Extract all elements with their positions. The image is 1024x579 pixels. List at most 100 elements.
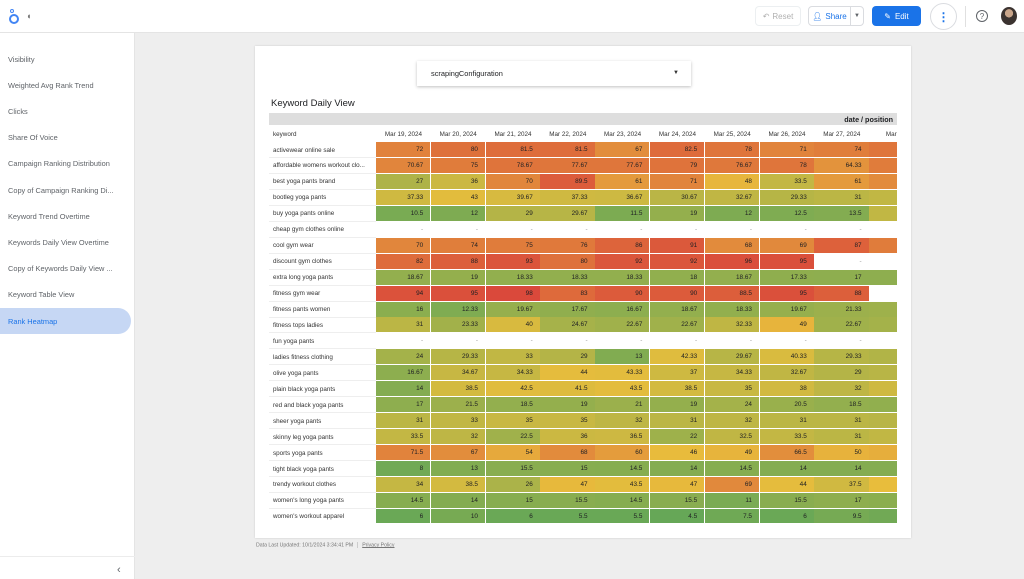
heatmap-cell <box>869 365 897 381</box>
sidebar-item-copy-of-keywords-daily-view[interactable]: Copy of Keywords Daily View ... <box>0 256 131 282</box>
privacy-policy-link[interactable]: Privacy Policy <box>362 542 394 548</box>
heatmap-cell: 18.67 <box>704 269 759 285</box>
divider <box>965 6 966 27</box>
keyword-cell: discount gym clothes <box>273 258 332 266</box>
heatmap-cell <box>869 381 897 397</box>
table-row: fun yoga pants - - - - - - - - - <box>269 333 897 350</box>
heatmap-cell: 71 <box>650 173 705 189</box>
date-column-header[interactable]: Mar 19, 2024 <box>376 126 431 142</box>
heatmap-cell <box>869 333 897 349</box>
heatmap-cell: 74 <box>430 237 485 253</box>
heatmap-cell: 31 <box>759 413 814 429</box>
heatmap-cell: 10.5 <box>376 205 431 221</box>
heatmap-cell: 67 <box>430 445 485 461</box>
heatmap-cell: 15.5 <box>650 492 705 508</box>
heatmap-cell: 19 <box>430 269 485 285</box>
sidebar-item-keyword-trend-overtime[interactable]: Keyword Trend Overtime <box>0 203 131 229</box>
heatmap-cell: 37.5 <box>814 476 869 492</box>
table-row: plain black yoga pants 14 38.5 42.5 41.5 43.5… <box>269 381 897 398</box>
heatmap-cell: 33 <box>485 349 540 365</box>
heatmap-cell: 34.33 <box>704 365 759 381</box>
heatmap-cell: 24 <box>704 397 759 413</box>
more-options-button[interactable]: ⋮ <box>930 3 957 30</box>
heatmap-cell: 67 <box>595 142 650 157</box>
heatmap-cell: 32 <box>430 429 485 445</box>
sidebar-item-rank-heatmap[interactable]: Rank Heatmap <box>0 308 131 334</box>
sidebar-item-label: Keyword Table View <box>8 290 75 300</box>
date-column-header[interactable]: Mar 26, 2024 <box>760 126 815 142</box>
heatmap-cell: 71 <box>759 142 814 157</box>
date-column-header[interactable]: Mar 25, 2024 <box>705 126 760 142</box>
heatmap-cell: 17 <box>376 397 431 413</box>
menu-caret-icon[interactable]: ◖ <box>26 11 31 21</box>
table-row: ladies fitness clothing 24 29.33 33 29 13 42.3… <box>269 349 897 366</box>
collapse-sidebar-icon[interactable]: ‹ <box>117 564 121 576</box>
table-row: red and black yoga pants 17 21.5 18.5 19 21 19… <box>269 397 897 414</box>
heatmap-cell: 50 <box>814 445 869 461</box>
date-column-header[interactable]: Mar 24, 2024 <box>650 126 705 142</box>
heatmap-cell <box>869 349 897 365</box>
keyword-column-header[interactable]: keyword <box>273 126 296 142</box>
edit-button[interactable]: ✎ Edit <box>872 6 921 26</box>
heatmap-cell: 43.5 <box>595 381 650 397</box>
date-column-header[interactable]: Mar 23, 2024 <box>595 126 650 142</box>
date-column-header[interactable]: Mar 22, 2024 <box>540 126 595 142</box>
table-row: buy yoga pants online 10.5 12 29 29.67 11.5 19… <box>269 205 897 222</box>
date-column-header[interactable]: Mar 21, 2024 <box>486 126 541 142</box>
heatmap-cell: 17 <box>814 269 869 285</box>
sidebar-item-label: Keyword Trend Overtime <box>8 211 90 221</box>
sidebar-item-weighted-avg-rank-trend[interactable]: Weighted Avg Rank Trend <box>0 72 131 98</box>
table-row: women's workout apparel 6 10 6 5.5 5.5 4.5 7.5 6… <box>269 508 897 523</box>
sidebar-item-campaign-ranking-distribution[interactable]: Campaign Ranking Distribution <box>0 151 131 177</box>
last-updated-text: Data Last Updated: 10/1/2024 3:34:41 PM <box>256 542 354 549</box>
heatmap-cell: 19.67 <box>759 301 814 317</box>
heatmap-cell: 29 <box>814 365 869 381</box>
table-row: sheer yoga pants 31 33 35 35 32 31 32 31 31 <box>269 413 897 430</box>
date-column-header[interactable]: Mar 27, 2024 <box>814 126 869 142</box>
scraping-configuration-dropdown[interactable]: scrapingConfiguration ▼ <box>417 61 691 86</box>
sidebar-item-keyword-table-view[interactable]: Keyword Table View <box>0 282 131 308</box>
heatmap-cell: 32.67 <box>759 365 814 381</box>
heatmap-cell: 86 <box>595 237 650 253</box>
heatmap-cell: 14.5 <box>595 492 650 508</box>
heatmap-cell: - <box>814 221 869 237</box>
heatmap-cell: 36 <box>540 429 595 445</box>
share-button[interactable]: 👤︎ Share <box>809 7 851 25</box>
heatmap-cell <box>869 445 897 461</box>
heatmap-cell: 32 <box>704 413 759 429</box>
help-icon[interactable]: ? <box>976 10 988 22</box>
heatmap-cell: 14 <box>430 492 485 508</box>
heatmap-cell: 22.67 <box>595 317 650 333</box>
heatmap-cell: 47 <box>650 476 705 492</box>
sidebar-item-keywords-daily-view-overtime[interactable]: Keywords Daily View Overtime <box>0 229 131 255</box>
heatmap-cell <box>869 301 897 317</box>
keyword-cell: fun yoga pants <box>273 337 315 345</box>
table-row: trendy workout clothes 34 38.5 26 47 43.5 47 69… <box>269 476 897 493</box>
sidebar-item-visibility[interactable]: Visibility <box>0 46 131 72</box>
heatmap-cell: 76.67 <box>704 157 759 173</box>
pivot-header-label[interactable]: date / position <box>844 115 893 124</box>
sidebar-item-share-of-voice[interactable]: Share Of Voice <box>0 125 131 151</box>
heatmap-cell: 12.33 <box>430 301 485 317</box>
heatmap-cell: - <box>814 333 869 349</box>
heatmap-cell: 29.67 <box>540 205 595 221</box>
date-column-header[interactable]: Mar 28, <box>869 126 897 142</box>
heatmap-cell: - <box>650 333 705 349</box>
keyword-cell: fitness tops ladies <box>273 321 324 329</box>
heatmap-cell: 31 <box>814 189 869 205</box>
sidebar-item-copy-of-campaign-ranking-di[interactable]: Copy of Campaign Ranking Di... <box>0 177 131 203</box>
heatmap-cell: 37 <box>650 365 705 381</box>
heatmap-cell: 42.5 <box>485 381 540 397</box>
sidebar-item-clicks[interactable]: Clicks <box>0 98 131 124</box>
date-column-header[interactable]: Mar 20, 2024 <box>431 126 486 142</box>
divider <box>357 542 359 548</box>
user-avatar[interactable] <box>1001 7 1017 25</box>
heatmap-cell: 16.67 <box>595 301 650 317</box>
share-dropdown-arrow-icon[interactable]: ▼ <box>851 13 863 19</box>
keyword-cell: affordable womens workout clo... <box>273 162 365 170</box>
reset-button[interactable]: ↶ Reset <box>755 6 801 26</box>
looker-studio-logo-icon[interactable] <box>8 9 20 25</box>
sidebar-item-label: Visibility <box>8 54 35 64</box>
heatmap-cell: 49 <box>704 445 759 461</box>
heatmap-cell <box>869 285 897 301</box>
